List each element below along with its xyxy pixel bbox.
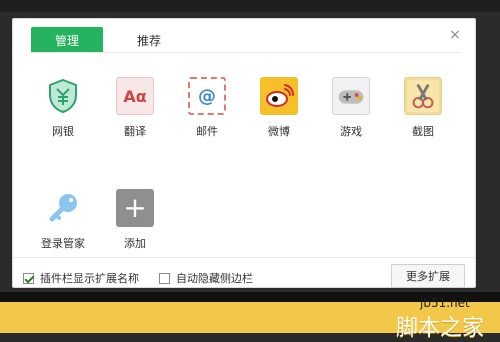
tab-manage[interactable]: 管理 — [31, 27, 103, 53]
watermark-brand: 脚本之家 — [396, 316, 485, 341]
top-strip — [0, 0, 500, 12]
extension-label: 登录管家 — [41, 237, 85, 250]
extension-weibo[interactable]: 微博 — [247, 77, 311, 147]
close-icon[interactable]: × — [447, 27, 463, 43]
extension-label: 截图 — [412, 125, 434, 138]
option-show-extension-names[interactable]: 插件栏显示扩展名称 — [23, 270, 139, 286]
gamepad-icon — [332, 77, 370, 115]
extension-mail[interactable]: @ 邮件 — [175, 77, 239, 147]
checkbox[interactable] — [23, 272, 34, 284]
option-label: 自动隐藏侧边栏 — [176, 272, 253, 285]
watermark-site: jb51.net — [420, 296, 470, 310]
extension-translate[interactable]: Aα 翻译 — [103, 77, 167, 147]
translate-icon: Aα — [116, 77, 154, 115]
checkbox[interactable] — [159, 272, 170, 284]
scissors-icon — [404, 77, 442, 115]
extension-games[interactable]: 游戏 — [319, 77, 383, 147]
extension-online-banking[interactable]: 网银 — [31, 77, 95, 147]
key-icon — [44, 189, 82, 227]
shield-yen-icon — [44, 77, 82, 115]
extension-label: 翻译 — [124, 125, 146, 138]
extension-label: 微博 — [268, 125, 290, 138]
tab-divider — [31, 52, 461, 53]
extensions-panel: 管理 推荐 × 网银 Aα 翻译 @ 邮件 微博 游戏 截图 登录管家 + 添加… — [12, 18, 476, 288]
extension-label: 邮件 — [196, 125, 218, 138]
extension-add[interactable]: + 添加 — [103, 189, 167, 259]
footer-divider — [13, 257, 475, 258]
mail-icon: @ — [188, 77, 226, 115]
extension-label: 网银 — [52, 125, 74, 138]
add-icon: + — [116, 189, 154, 227]
more-extensions-button[interactable]: 更多扩展 — [391, 264, 465, 288]
extension-screenshot[interactable]: 截图 — [391, 77, 455, 147]
option-label: 插件栏显示扩展名称 — [40, 272, 139, 285]
tab-recommend[interactable]: 推荐 — [113, 27, 185, 53]
extension-login-manager[interactable]: 登录管家 — [31, 189, 95, 259]
tabs: 管理 推荐 — [31, 27, 185, 53]
extension-label: 添加 — [124, 237, 146, 250]
weibo-icon — [260, 77, 298, 115]
extension-label: 游戏 — [340, 125, 362, 138]
option-auto-hide-sidebar[interactable]: 自动隐藏侧边栏 — [159, 270, 253, 286]
